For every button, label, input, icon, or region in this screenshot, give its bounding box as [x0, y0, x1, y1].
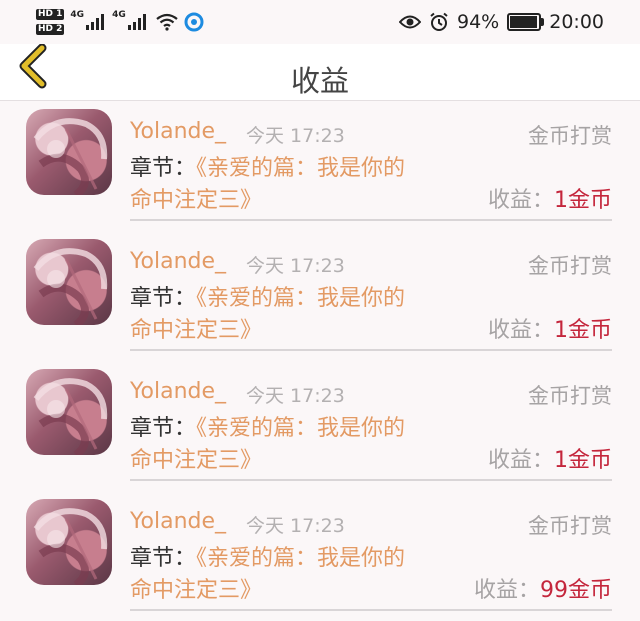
- battery-percent: 94%: [457, 11, 500, 33]
- signal-icon-1: [86, 14, 105, 30]
- earning-label: 收益：: [487, 448, 554, 473]
- timestamp: 今天 17:23: [246, 515, 345, 537]
- earning-item[interactable]: Yolande_ 今天 17:23 金币打赏 章节：《亲爱的篇：我是你的 命中注…: [0, 361, 640, 491]
- chapter-label: 章节：: [130, 416, 197, 441]
- sim-indicators: HD 1 HD 2: [36, 9, 65, 35]
- earning-value: 1金币: [554, 448, 612, 473]
- avatar-image: [33, 508, 108, 585]
- app-notification-icon: [184, 12, 204, 32]
- avatar-image: [33, 248, 108, 325]
- network-type-1: 4G: [70, 10, 85, 20]
- divider: [130, 349, 612, 351]
- earning-amount: 收益：1金币: [488, 315, 612, 347]
- status-bar-right: 94% 20:00: [399, 8, 604, 36]
- wifi-icon: [156, 13, 178, 31]
- chapter-line: 章节：《亲爱的篇：我是你的: [130, 283, 405, 315]
- earning-value: 1金币: [554, 188, 612, 213]
- earnings-list: Yolande_ 今天 17:23 金币打赏 章节：《亲爱的篇：我是你的 命中注…: [0, 101, 640, 621]
- chapter-title-part1[interactable]: 《亲爱的篇：我是你的: [196, 416, 405, 441]
- earning-value: 1金币: [554, 318, 612, 343]
- chapter-title-part2[interactable]: 命中注定三》: [130, 315, 262, 347]
- divider: [130, 609, 612, 611]
- chapter-label: 章节：: [130, 286, 197, 311]
- chapter-title-part1[interactable]: 《亲爱的篇：我是你的: [196, 546, 405, 571]
- chapter-label: 章节：: [130, 156, 197, 181]
- earning-label: 收益：: [487, 188, 554, 213]
- earning-item[interactable]: Yolande_ 今天 17:23 金币打赏 章节：《亲爱的篇：我是你的 命中注…: [0, 231, 640, 361]
- username: Yolande_: [130, 509, 227, 534]
- divider: [130, 479, 612, 481]
- earning-label: 收益：: [487, 318, 554, 343]
- reward-type: 金币打赏: [528, 254, 612, 278]
- earning-amount: 收益：1金币: [488, 445, 612, 477]
- status-bar-left: HD 1 HD 2 4G 4G: [36, 4, 204, 40]
- timestamp: 今天 17:23: [246, 255, 345, 277]
- timestamp: 今天 17:23: [246, 385, 345, 407]
- page-title: 收益: [290, 64, 349, 98]
- avatar[interactable]: [26, 109, 112, 195]
- username: Yolande_: [130, 379, 227, 404]
- chapter-title-part1[interactable]: 《亲爱的篇：我是你的: [196, 286, 405, 311]
- battery-icon: [507, 13, 545, 31]
- nav-bar: 收益: [0, 43, 640, 101]
- status-bar: HD 1 HD 2 4G 4G 94% 20:00: [0, 0, 640, 44]
- earning-amount: 收益：1金币: [488, 185, 612, 217]
- earning-label: 收益：: [473, 578, 540, 603]
- earning-item[interactable]: Yolande_ 今天 17:23 金币打赏 章节：《亲爱的篇：我是你的 命中注…: [0, 491, 640, 621]
- earning-value: 99金币: [540, 578, 612, 603]
- alarm-icon: [430, 12, 448, 31]
- avatar[interactable]: [26, 499, 112, 585]
- avatar-image: [33, 378, 108, 455]
- earning-amount: 收益：99金币: [474, 575, 612, 607]
- username: Yolande_: [130, 119, 227, 144]
- signal-icon-2: [127, 14, 146, 30]
- divider: [130, 219, 612, 221]
- chapter-label: 章节：: [130, 546, 197, 571]
- chapter-title-part1[interactable]: 《亲爱的篇：我是你的: [196, 156, 405, 181]
- avatar-image: [33, 118, 108, 195]
- reward-type: 金币打赏: [528, 124, 612, 148]
- clock: 20:00: [549, 11, 604, 33]
- eye-icon: [399, 15, 421, 29]
- chapter-title-part2[interactable]: 命中注定三》: [130, 445, 262, 477]
- avatar[interactable]: [26, 239, 112, 325]
- chapter-title-part2[interactable]: 命中注定三》: [130, 575, 262, 607]
- sim2-badge: HD 2: [36, 24, 65, 35]
- reward-type: 金币打赏: [528, 514, 612, 538]
- earning-item[interactable]: Yolande_ 今天 17:23 金币打赏 章节：《亲爱的篇：我是你的 命中注…: [0, 101, 640, 231]
- avatar[interactable]: [26, 369, 112, 455]
- chapter-line: 章节：《亲爱的篇：我是你的: [130, 153, 405, 185]
- chapter-line: 章节：《亲爱的篇：我是你的: [130, 543, 405, 575]
- username: Yolande_: [130, 249, 227, 274]
- chapter-line: 章节：《亲爱的篇：我是你的: [130, 413, 405, 445]
- sim1-badge: HD 1: [36, 9, 65, 20]
- chapter-title-part2[interactable]: 命中注定三》: [130, 185, 262, 217]
- timestamp: 今天 17:23: [246, 125, 345, 147]
- reward-type: 金币打赏: [528, 384, 612, 408]
- network-type-2: 4G: [112, 10, 126, 20]
